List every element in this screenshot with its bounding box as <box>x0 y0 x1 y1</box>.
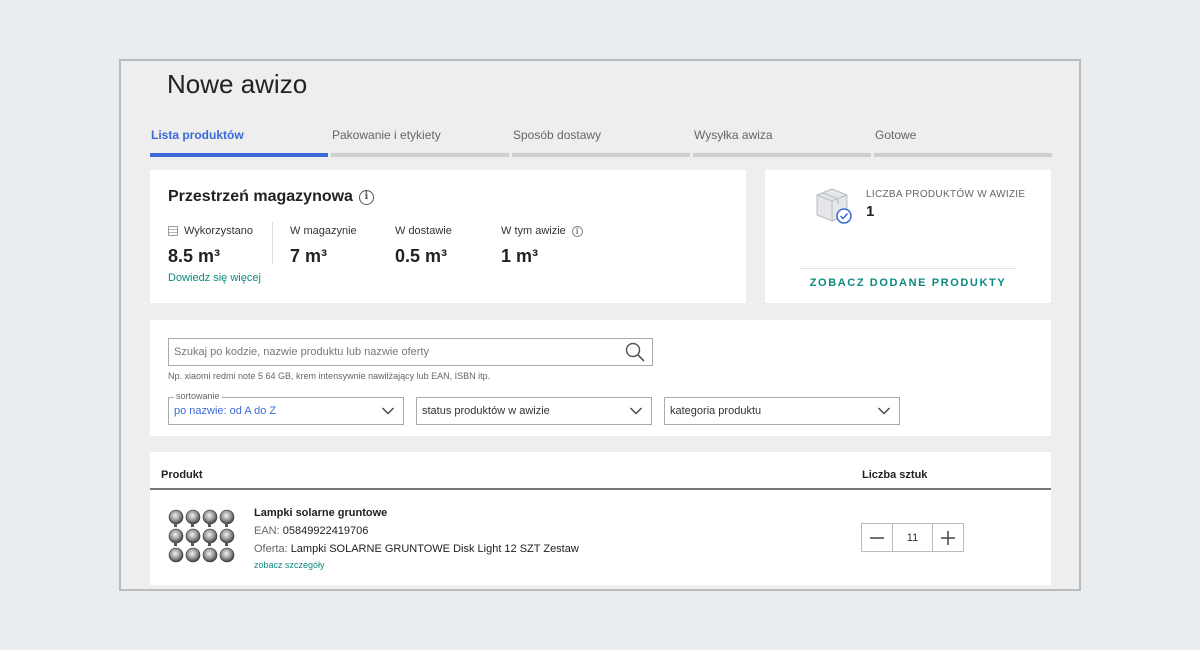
plus-icon <box>941 530 955 545</box>
see-added-products-button[interactable]: ZOBACZ DODANE PRODUKTY <box>765 277 1051 289</box>
stat-label: W tym awizie <box>501 225 566 237</box>
step-label: Wysyłka awiza <box>694 128 773 142</box>
search-input[interactable] <box>169 346 624 358</box>
step-packing-labels[interactable]: Pakowanie i etykiety <box>331 128 509 157</box>
see-details-link[interactable]: zobacz szczegóły <box>254 560 325 570</box>
step-label: Gotowe <box>875 128 917 142</box>
stat-label: Wykorzystano <box>184 225 253 237</box>
stat-value: 1 m³ <box>501 246 539 266</box>
step-done[interactable]: Gotowe <box>874 128 1052 157</box>
product-count-card: LICZBA PRODUKTÓW W AWIZIE 1 ZOBACZ DODAN… <box>765 170 1051 303</box>
count-value: 1 <box>866 203 875 220</box>
table-header-divider <box>150 488 1051 490</box>
storage-space-card: Przestrzeń magazynowa i Wykorzystano 8.5… <box>150 170 746 303</box>
sort-select-value: po nazwie: od A do Z <box>174 405 277 417</box>
chevron-down-icon <box>630 407 642 415</box>
step-progress-bar <box>874 153 1052 157</box>
decrement-button[interactable] <box>862 524 892 551</box>
quantity-value[interactable]: 11 <box>892 524 933 551</box>
stat-value: 8.5 m³ <box>168 246 221 266</box>
info-icon[interactable]: i <box>358 189 374 205</box>
minus-icon <box>870 536 884 539</box>
ean-value: 05849922419706 <box>282 525 369 537</box>
products-table: Produkt Liczba sztuk Lampki solarne grun… <box>150 452 1051 585</box>
offer-key: Oferta: <box>254 543 288 555</box>
sort-select-label: sortowanie <box>174 391 222 401</box>
chevron-down-icon <box>382 407 394 415</box>
offer-value: Lampki SOLARNE GRUNTOWE Disk Light 12 SZ… <box>290 543 579 555</box>
info-icon[interactable]: i <box>571 225 583 237</box>
stat-label: W magazynie <box>290 225 357 237</box>
step-label: Lista produktów <box>151 128 244 142</box>
product-thumbnail[interactable] <box>167 509 237 565</box>
step-send-advice[interactable]: Wysyłka awiza <box>693 128 871 157</box>
status-select-value: status produktów w awizie <box>422 405 550 417</box>
filters-card: Np. xiaomi redmi note 5 64 GB, krem inte… <box>150 320 1051 436</box>
step-label: Sposób dostawy <box>513 128 602 142</box>
stat-used: Wykorzystano 8.5 m³ <box>168 224 253 267</box>
step-product-list[interactable]: Lista produktów <box>150 128 328 157</box>
product-ean: EAN: 05849922419706 <box>254 525 368 537</box>
divider <box>799 268 1016 269</box>
column-header-quantity: Liczba sztuk <box>862 469 928 481</box>
storage-title-text: Przestrzeń magazynowa <box>168 188 353 205</box>
stat-divider <box>272 222 273 264</box>
stat-label-row: Wykorzystano <box>168 224 253 238</box>
category-select[interactable]: kategoria produktu <box>664 397 900 425</box>
chevron-down-icon <box>878 407 890 415</box>
app-window: Nowe awizo Lista produktów Pakowanie i e… <box>119 59 1081 591</box>
document-icon <box>168 226 178 236</box>
stat-in-this-advice: W tym awizie i 1 m³ <box>501 224 583 267</box>
product-offer: Oferta: Lampki SOLARNE GRUNTOWE Disk Lig… <box>254 543 579 555</box>
stat-value: 0.5 m³ <box>395 246 448 266</box>
step-progress-bar <box>150 153 328 157</box>
category-select-value: kategoria produktu <box>670 405 762 417</box>
box-check-icon <box>816 188 852 224</box>
learn-more-link[interactable]: Dowiedz się więcej <box>168 272 261 284</box>
step-progress-bar <box>331 153 509 157</box>
stat-in-delivery: W dostawie 0.5 m³ <box>395 224 452 267</box>
stat-label-row: W tym awizie i <box>501 224 583 238</box>
count-label: LICZBA PRODUKTÓW W AWIZIE <box>866 189 1026 200</box>
step-progress-bar <box>693 153 871 157</box>
quantity-stepper: 11 <box>861 523 964 552</box>
stat-value: 7 m³ <box>290 246 328 266</box>
sort-select[interactable]: sortowanie po nazwie: od A do Z <box>168 391 404 425</box>
status-select[interactable]: status produktów w awizie <box>416 397 652 425</box>
increment-button[interactable] <box>933 524 963 551</box>
ean-key: EAN: <box>254 525 280 537</box>
search-hint: Np. xiaomi redmi note 5 64 GB, krem inte… <box>168 371 491 381</box>
product-name: Lampki solarne gruntowe <box>254 507 388 519</box>
step-label: Pakowanie i etykiety <box>332 128 441 142</box>
progress-steps: Lista produktów Pakowanie i etykiety Spo… <box>150 128 1052 157</box>
stat-label: W dostawie <box>395 225 452 237</box>
stat-in-warehouse: W magazynie 7 m³ <box>290 224 357 267</box>
search-box <box>168 338 653 366</box>
page-title: Nowe awizo <box>167 69 308 99</box>
column-header-product: Produkt <box>161 469 203 481</box>
step-progress-bar <box>512 153 690 157</box>
search-icon[interactable] <box>624 341 646 363</box>
storage-title: Przestrzeń magazynowa i <box>168 188 374 206</box>
step-delivery-method[interactable]: Sposób dostawy <box>512 128 690 157</box>
